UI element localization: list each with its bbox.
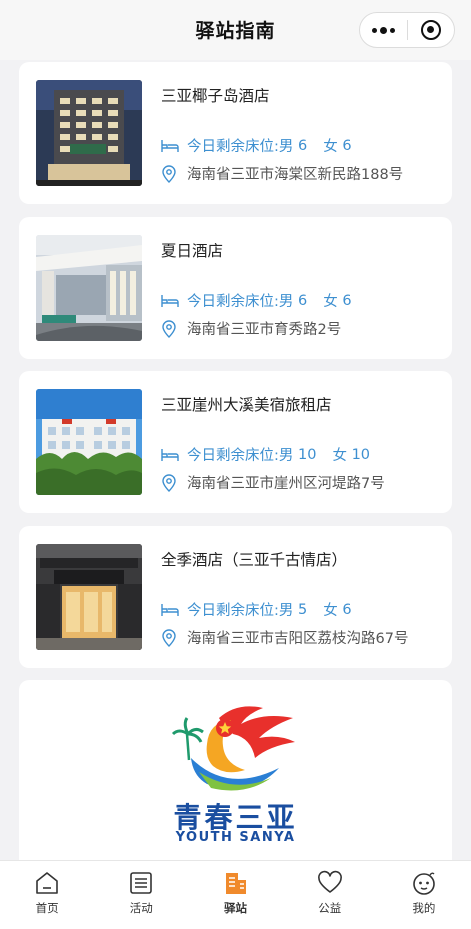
banner-title-en: YOUTH SANYA [175,830,296,845]
bed-availability: 今日剩余床位: 男 10 女 10 [161,444,370,465]
location-pin-icon [162,473,176,492]
male-count: 10 [298,446,317,463]
tab-label: 我的 [412,901,436,915]
address-text: 海南省三亚市吉阳区荔枝沟路67号 [187,631,409,647]
list-icon [130,872,153,894]
youth-sanya-logo-icon [171,706,295,791]
hotel-photo [36,80,142,186]
more-button[interactable] [360,13,407,47]
hotel-card[interactable]: 三亚崖州大溪美宿旅租店 今日剩余床位: 男 10 女 10 海南省三亚市崖州区河… [19,371,452,513]
bottom-tab-bar: 首页 活动 驿站 公益 我的 [0,860,471,929]
beds-label: 今日剩余床位: [187,448,279,464]
male-label: 男 [278,139,294,155]
female-label: 女 [332,448,347,464]
tab-label: 公益 [318,901,342,915]
building-icon [225,873,246,894]
hotel-address: 海南省三亚市育秀路2号 [161,318,341,339]
hotel-photo [36,235,142,341]
hotel-card[interactable]: 三亚椰子岛酒店 今日剩余床位: 男 6 女 6 海南省三亚市海棠区新民路188号 [19,62,452,204]
navbar: 驿站指南 [0,0,471,60]
location-pin-icon [162,164,176,183]
location-pin-icon [162,319,176,338]
hotel-name: 夏日酒店 [161,242,224,260]
tab-label: 首页 [35,901,59,915]
hotel-card[interactable]: 全季酒店（三亚千古情店） 今日剩余床位: 男 5 女 6 海南省三亚市吉阳区荔枝… [19,526,452,668]
bed-icon [161,139,179,152]
tab-activity[interactable]: 活动 [94,861,188,929]
address-text: 海南省三亚市海棠区新民路188号 [187,167,404,183]
more-dots-icon [371,26,395,34]
hotel-name: 全季酒店（三亚千古情店） [161,551,348,569]
hotel-photo [36,544,142,650]
mini-program-capsule [359,12,455,48]
male-count: 5 [298,601,308,618]
bed-availability: 今日剩余床位: 男 6 女 6 [161,135,352,156]
hotel-card[interactable]: 夏日酒店 今日剩余床位: 男 6 女 6 海南省三亚市育秀路2号 [19,217,452,359]
hotel-photo [36,389,142,495]
male-count: 6 [298,137,308,154]
beds-label: 今日剩余床位: [187,139,279,155]
bed-availability: 今日剩余床位: 男 5 女 6 [161,599,352,620]
male-label: 男 [278,603,294,619]
female-count: 6 [342,137,352,154]
hotel-name: 三亚椰子岛酒店 [161,87,270,105]
male-count: 6 [298,292,308,309]
female-count: 6 [342,292,352,309]
hotel-name: 三亚崖州大溪美宿旅租店 [161,396,332,414]
face-icon [413,872,435,895]
hotel-address: 海南省三亚市海棠区新民路188号 [161,163,403,184]
address-text: 海南省三亚市崖州区河堤路7号 [187,476,385,492]
close-button[interactable] [408,13,455,47]
youth-sanya-banner[interactable]: 青春三亚 YOUTH SANYA [19,680,452,880]
female-label: 女 [323,139,338,155]
tab-station[interactable]: 驿站 [188,861,282,929]
beds-label: 今日剩余床位: [187,294,279,310]
male-label: 男 [278,294,294,310]
female-label: 女 [323,294,338,310]
address-text: 海南省三亚市育秀路2号 [187,322,342,338]
hotel-address: 海南省三亚市崖州区河堤路7号 [161,472,385,493]
bed-availability: 今日剩余床位: 男 6 女 6 [161,290,352,311]
female-count: 6 [342,601,352,618]
female-count: 10 [351,446,371,463]
bed-icon [161,294,179,307]
home-icon [36,872,58,894]
bed-icon [161,448,179,461]
bed-icon [161,603,179,616]
tab-charity[interactable]: 公益 [283,861,377,929]
hotel-address: 海南省三亚市吉阳区荔枝沟路67号 [161,627,408,648]
tab-label: 驿站 [224,901,247,915]
location-pin-icon [162,628,176,647]
male-label: 男 [278,448,294,464]
tab-home[interactable]: 首页 [0,861,94,929]
target-close-icon [420,20,441,40]
heart-icon [317,870,342,893]
tab-mine[interactable]: 我的 [377,861,471,929]
beds-label: 今日剩余床位: [187,603,279,619]
tab-label: 活动 [129,901,153,915]
female-label: 女 [323,603,338,619]
